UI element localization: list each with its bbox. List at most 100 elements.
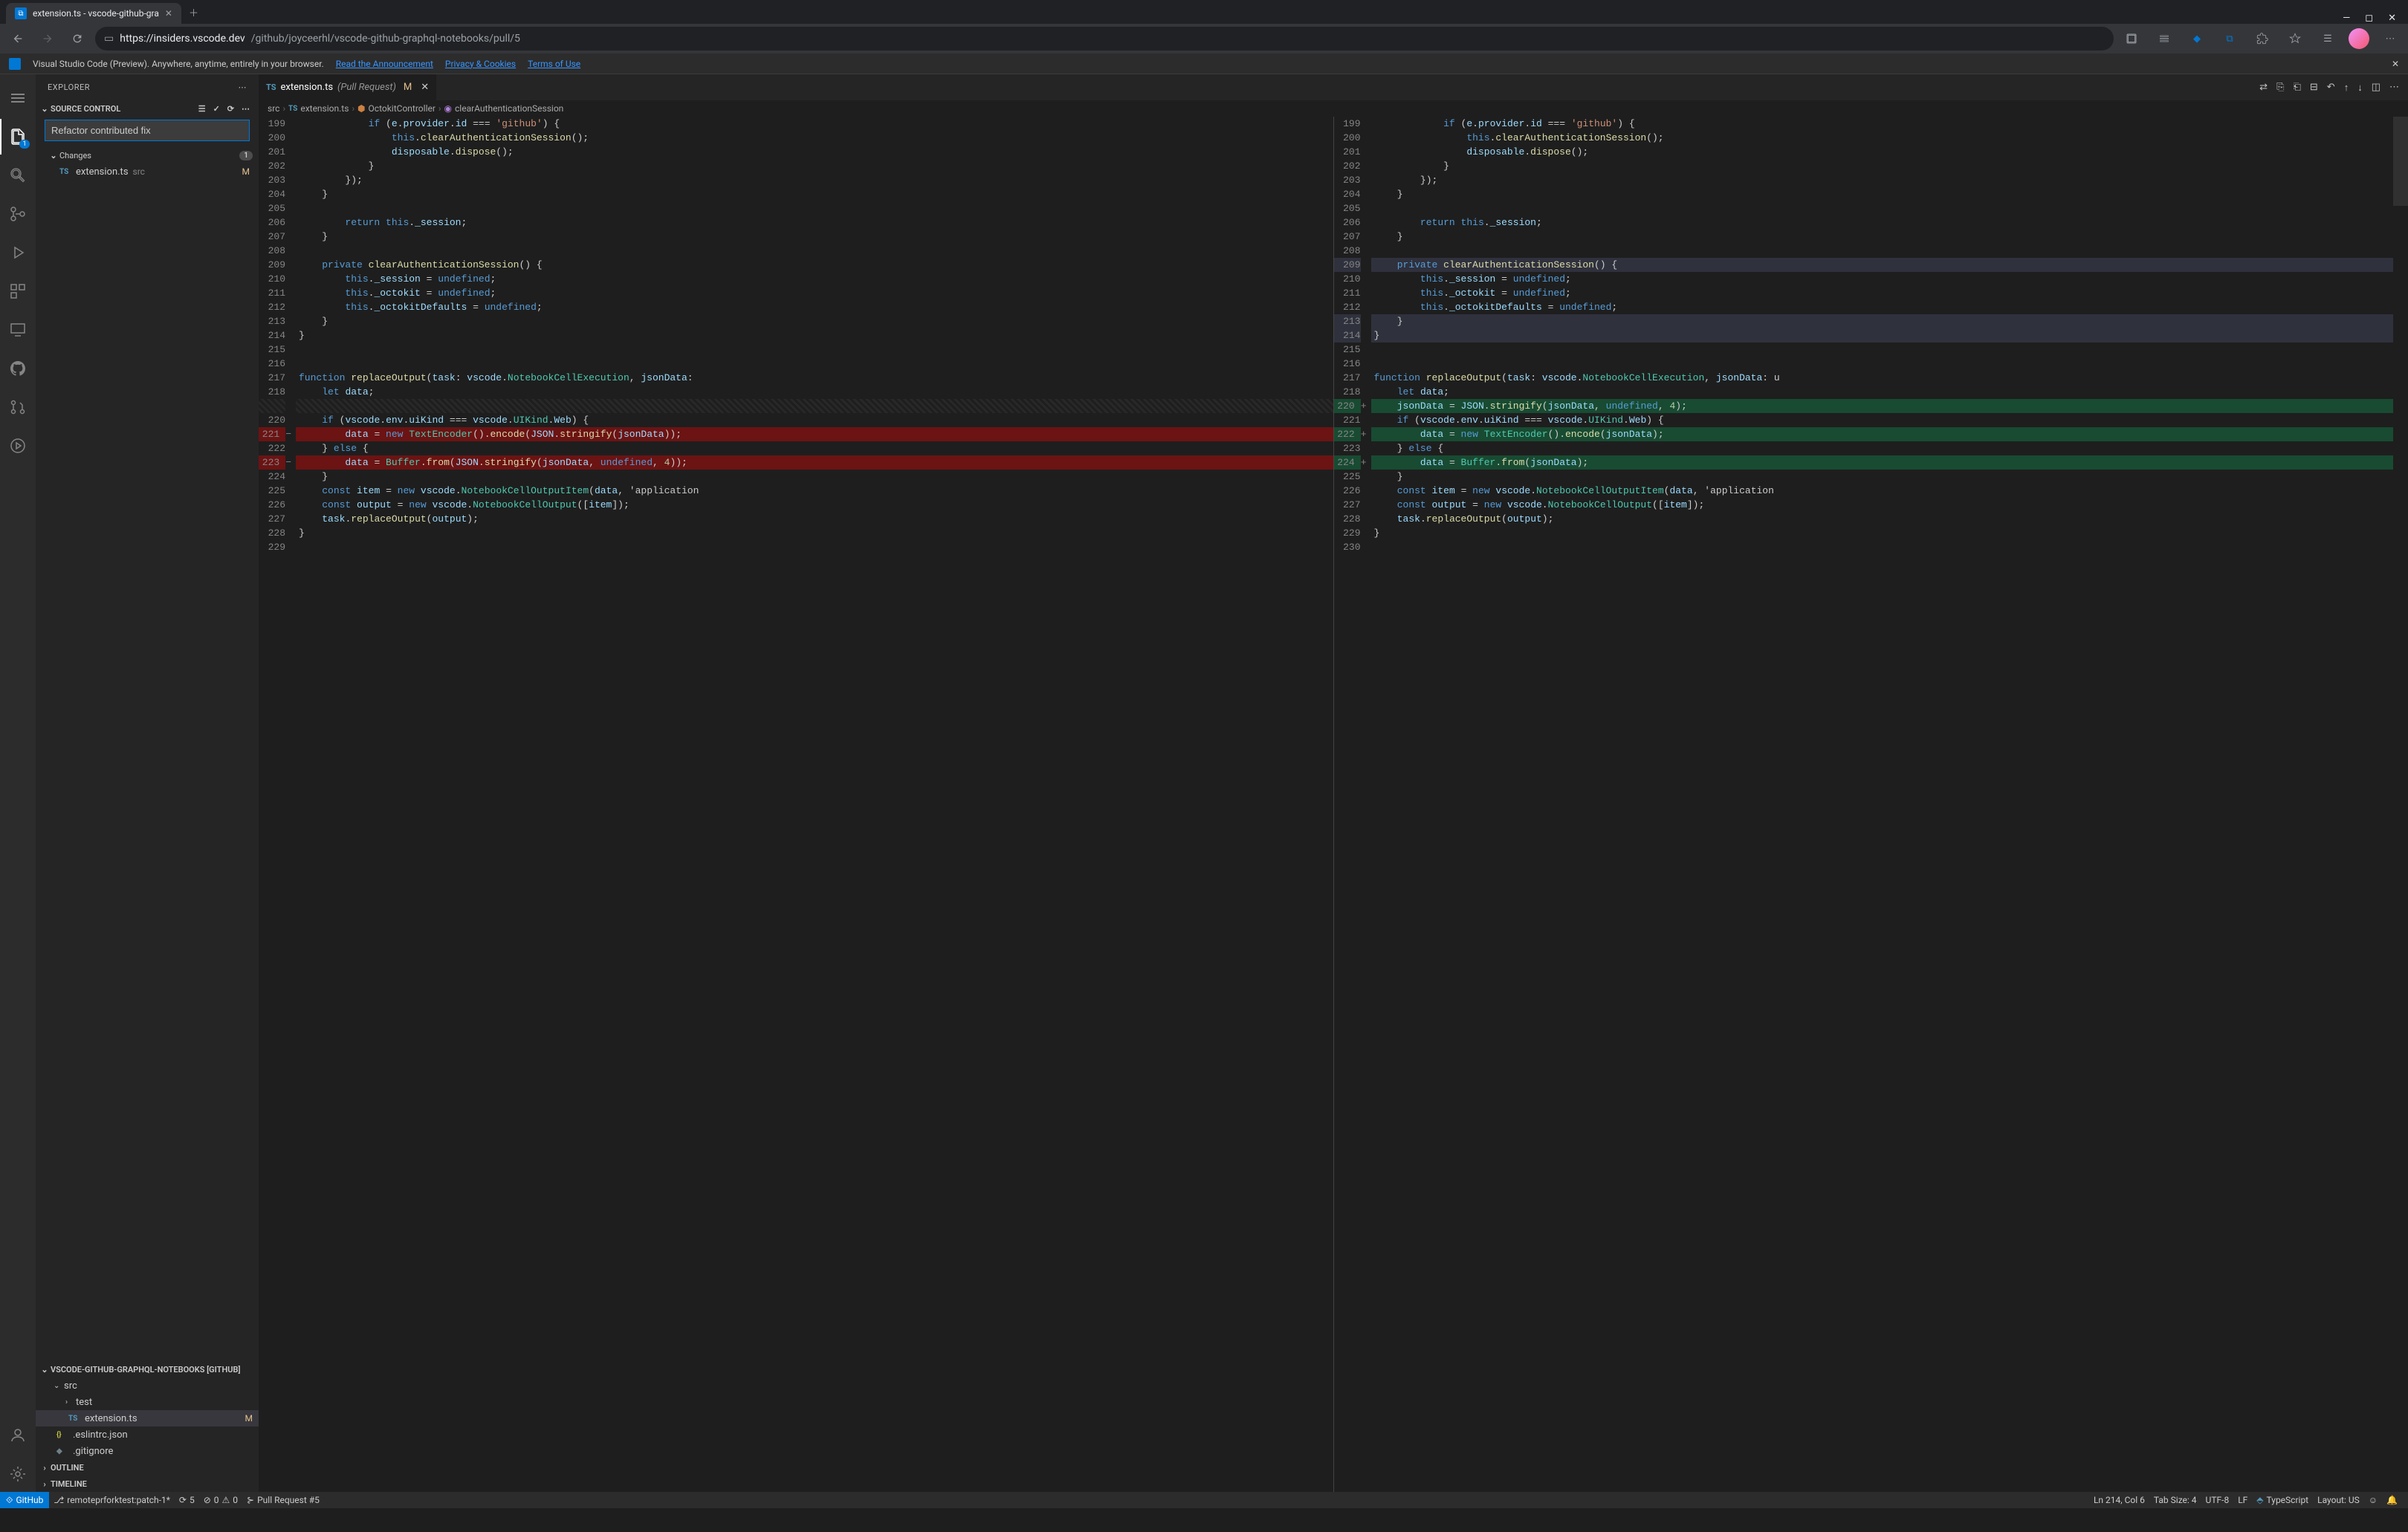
status-language[interactable]: ⬘TypeScript: [2252, 1495, 2313, 1505]
file-label: .eslintrc.json: [73, 1429, 128, 1441]
status-eol[interactable]: LF: [2233, 1495, 2252, 1505]
right-code[interactable]: if (e.provider.id === 'github') { this.c…: [1371, 117, 2394, 1492]
activity-pr[interactable]: [0, 389, 36, 425]
status-branch[interactable]: ⎇ remoteprforktest:patch-1*: [49, 1492, 174, 1508]
new-tab-button[interactable]: ＋: [181, 1, 206, 24]
left-code[interactable]: if (e.provider.id === 'github') { this.c…: [296, 117, 1333, 1492]
tree-folder-src[interactable]: ⌄ src: [36, 1377, 259, 1394]
status-cursor[interactable]: Ln 214, Col 6: [2089, 1495, 2149, 1505]
breadcrumb-method[interactable]: clearAuthenticationSession: [455, 103, 563, 114]
breadcrumb-file[interactable]: extension.ts: [300, 103, 349, 114]
tree-folder-test[interactable]: › test: [36, 1394, 259, 1410]
minimap-thumb[interactable]: [2393, 117, 2408, 206]
breadcrumb-class[interactable]: OctokitController: [369, 103, 436, 114]
more-actions-icon[interactable]: ⋯: [242, 104, 250, 114]
changed-file-item[interactable]: TS extension.ts src M: [36, 163, 259, 180]
status-layout[interactable]: Layout: US: [2313, 1495, 2364, 1505]
favorites-icon[interactable]: [2283, 27, 2307, 51]
banner-link-privacy[interactable]: Privacy & Cookies: [445, 59, 516, 69]
prev-icon[interactable]: ⎘: [2276, 82, 2284, 94]
tab-suffix: (Pull Request): [337, 82, 396, 93]
activity-remote[interactable]: [0, 312, 36, 348]
banner-text: Visual Studio Code (Preview). Anywhere, …: [33, 59, 324, 69]
breadcrumb-folder[interactable]: src: [268, 103, 279, 114]
outline-header[interactable]: › OUTLINE: [36, 1459, 259, 1476]
status-tab-size[interactable]: Tab Size: 4: [2149, 1495, 2201, 1505]
status-encoding[interactable]: UTF-8: [2201, 1495, 2234, 1505]
remote-icon: ⟐: [6, 1495, 13, 1506]
minimap[interactable]: [2393, 117, 2408, 1492]
activity-run-debug[interactable]: [0, 235, 36, 270]
split-editor-icon[interactable]: ◫: [2372, 82, 2381, 94]
extension-icon-1[interactable]: ◆: [2185, 27, 2209, 51]
reload-button[interactable]: [65, 27, 89, 51]
commit-message-input[interactable]: [45, 120, 250, 141]
status-bar: ⟐ GitHub ⎇ remoteprforktest:patch-1* ⟳ 5…: [0, 1492, 2408, 1508]
activity-settings[interactable]: [0, 1456, 36, 1492]
status-pr[interactable]: ⊱ Pull Request #5: [242, 1492, 324, 1508]
browser-tab[interactable]: ⧉ extension.ts - vscode-github-gra ✕: [6, 3, 181, 24]
activity-search[interactable]: [0, 158, 36, 193]
whitespace-icon[interactable]: ⊟: [2310, 82, 2318, 94]
banner-link-announcement[interactable]: Read the Announcement: [336, 59, 433, 69]
diff-right-pane[interactable]: 1992002012022032042052062072082092102112…: [1334, 117, 2408, 1492]
diff-left-pane[interactable]: 1992002012022032042052062072082092102112…: [259, 117, 1333, 1492]
down-arrow-icon[interactable]: ↓: [2357, 82, 2363, 94]
activity-github[interactable]: [0, 351, 36, 386]
status-notifications[interactable]: 🔔: [2382, 1495, 2402, 1505]
close-window-icon[interactable]: ✕: [2388, 13, 2396, 24]
compare-icon[interactable]: ⇄: [2259, 82, 2268, 94]
install-app-icon[interactable]: [2120, 27, 2143, 51]
timeline-header[interactable]: › TIMELINE: [36, 1476, 259, 1492]
chevron-down-icon: ⌄: [39, 104, 51, 114]
minimize-icon[interactable]: —: [2343, 13, 2350, 24]
folder-label: test: [76, 1397, 92, 1408]
breadcrumbs[interactable]: src › TS extension.ts › ⬢ OctokitControl…: [259, 100, 2408, 117]
forward-button[interactable]: [36, 27, 59, 51]
address-bar[interactable]: ▭ https://insiders.vscode.dev/github/joy…: [95, 27, 2114, 51]
view-tree-icon[interactable]: ☰: [198, 104, 206, 114]
refresh-icon[interactable]: ⟳: [227, 104, 234, 114]
status-feedback[interactable]: ☺: [2364, 1495, 2382, 1505]
more-icon[interactable]: ⋯: [239, 82, 247, 92]
activity-source-control[interactable]: [0, 196, 36, 232]
tree-file-gitignore[interactable]: ◆ .gitignore: [36, 1443, 259, 1459]
next-icon[interactable]: ⎗: [2293, 82, 2300, 94]
back-button[interactable]: [6, 27, 30, 51]
maximize-icon[interactable]: ◻: [2365, 13, 2373, 24]
activity-accounts[interactable]: [0, 1418, 36, 1453]
extensions-icon[interactable]: [2250, 27, 2274, 51]
close-icon[interactable]: ✕: [165, 8, 172, 19]
close-tab-icon[interactable]: ✕: [421, 82, 429, 93]
commit-input-field[interactable]: [45, 120, 250, 141]
collections-icon[interactable]: [2152, 27, 2176, 51]
activity-debug-alt[interactable]: [0, 428, 36, 464]
extension-icon-2[interactable]: ⧉: [2218, 27, 2242, 51]
changes-header[interactable]: ⌄ Changes 1: [36, 147, 259, 163]
activity-menu[interactable]: [0, 80, 36, 116]
activity-explorer[interactable]: 1: [0, 119, 36, 155]
revert-icon[interactable]: ↶: [2327, 82, 2335, 94]
repo-section-header[interactable]: ⌄ VSCODE-GITHUB-GRAPHQL-NOTEBOOKS [GITHU…: [36, 1361, 259, 1377]
source-control-header[interactable]: ⌄ SOURCE CONTROL ☰ ✓ ⟳ ⋯: [36, 100, 259, 117]
file-status-badge: M: [245, 1413, 253, 1424]
ts-file-icon: TS: [59, 166, 71, 178]
profile-avatar[interactable]: [2349, 28, 2369, 49]
site-info-icon[interactable]: ▭: [104, 33, 114, 45]
editor-tab[interactable]: TS extension.ts (Pull Request) M ✕: [259, 74, 437, 100]
more-icon[interactable]: ⋯: [2389, 82, 2399, 94]
activity-extensions[interactable]: [0, 273, 36, 309]
tree-file-extension[interactable]: TS extension.ts M: [36, 1410, 259, 1426]
folder-label: src: [64, 1380, 77, 1392]
up-arrow-icon[interactable]: ↑: [2344, 82, 2349, 94]
banner-link-terms[interactable]: Terms of Use: [528, 59, 580, 69]
reading-list-icon[interactable]: ☰: [2316, 27, 2340, 51]
tab-title: extension.ts - vscode-github-gra: [33, 8, 159, 19]
status-remote[interactable]: ⟐ GitHub: [0, 1492, 49, 1508]
tree-file-eslintrc[interactable]: {} .eslintrc.json: [36, 1426, 259, 1443]
commit-icon[interactable]: ✓: [213, 104, 220, 114]
menu-icon[interactable]: ⋯: [2378, 27, 2402, 51]
close-banner-icon[interactable]: ✕: [2392, 59, 2399, 69]
status-sync[interactable]: ⟳ 5: [175, 1492, 199, 1508]
status-problems[interactable]: ⊘0 ⚠0: [199, 1492, 242, 1508]
